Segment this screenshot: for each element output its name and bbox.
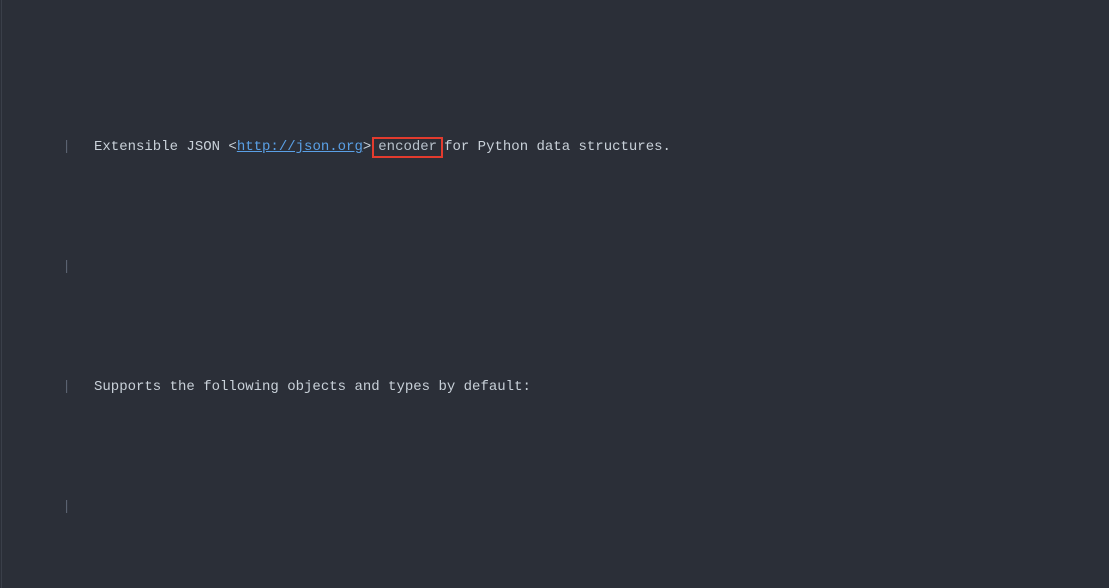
- docstring-bar: |: [54, 252, 94, 282]
- blank-line: |: [54, 492, 1109, 522]
- json-org-link[interactable]: http://json.org: [237, 139, 363, 155]
- blank-line: |: [54, 252, 1109, 282]
- docstring-block: | Extensible JSON <http://json.org>encod…: [0, 0, 1109, 588]
- highlighted-word: encoder: [372, 137, 443, 158]
- supports-text: Supports the following objects and types…: [94, 379, 531, 395]
- docstring-bar: |: [54, 372, 94, 402]
- intro-suffix: for Python data structures.: [444, 139, 671, 155]
- supports-line: | Supports the following objects and typ…: [54, 372, 1109, 402]
- intro-line: | Extensible JSON <http://json.org>encod…: [54, 132, 1109, 162]
- gutter-line: [0, 0, 2, 588]
- docstring-bar: |: [54, 132, 94, 162]
- docstring-bar: |: [54, 492, 94, 522]
- intro-prefix: Extensible JSON <: [94, 139, 237, 155]
- intro-gt: >: [363, 139, 371, 155]
